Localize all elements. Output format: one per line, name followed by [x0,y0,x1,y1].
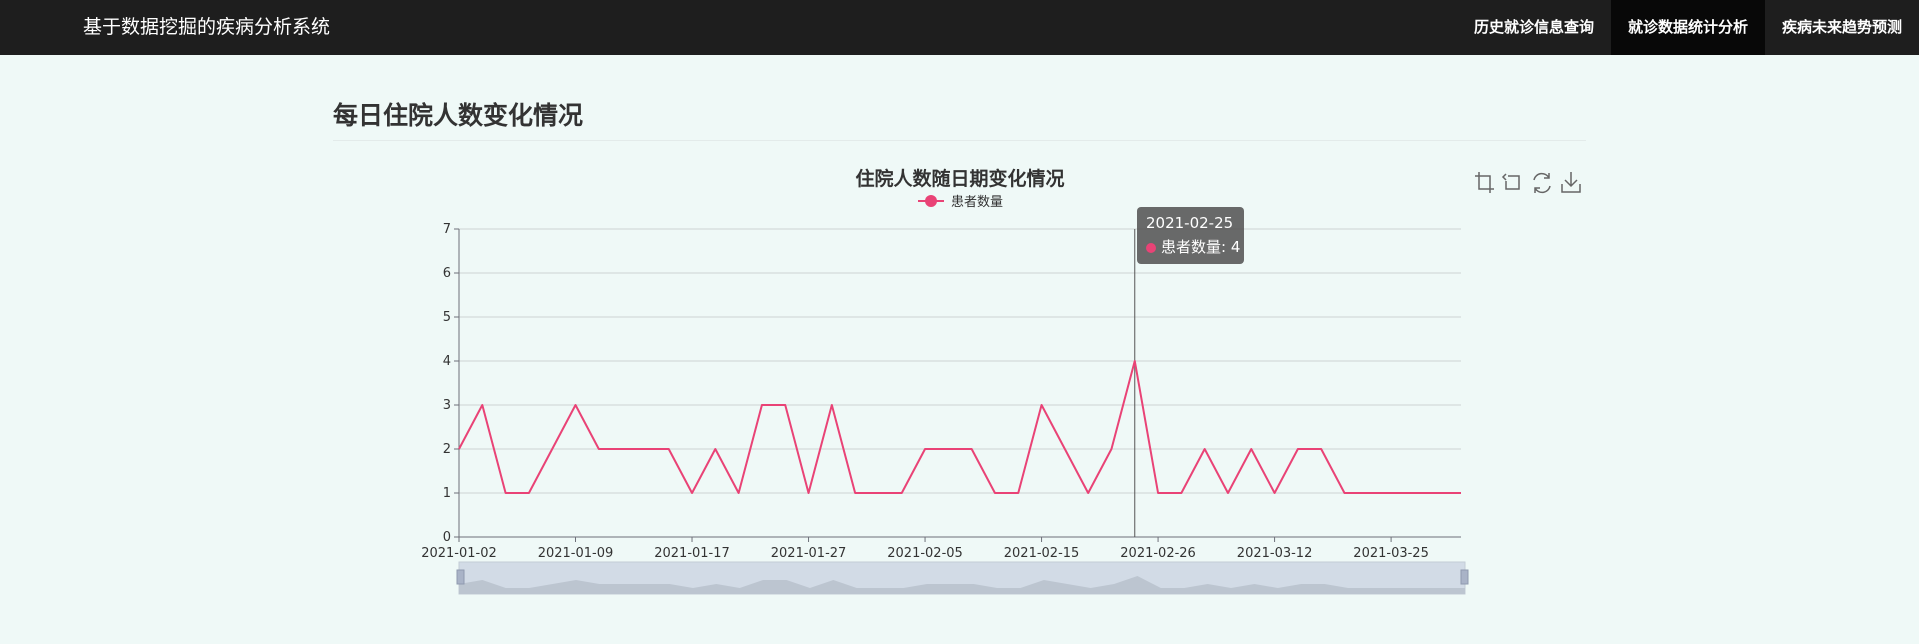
zoom-reset-icon[interactable] [1501,171,1527,197]
y-tick-label: 6 [443,266,451,281]
series-line [458,360,1461,494]
datazoom-handle-left[interactable] [456,569,465,585]
y-tick-label: 7 [443,222,451,237]
chart-title: 住院人数随日期变化情况 [855,167,1064,190]
x-tick-label: 2021-01-17 [654,546,730,561]
tooltip-row: 患者数量: 4 [1146,236,1240,257]
restore-icon[interactable] [1529,171,1555,197]
grid-lines [459,228,1461,494]
x-tick-label: 2021-03-12 [1237,546,1313,561]
y-tick-label: 3 [443,398,451,413]
x-axis: 2021-01-02 2021-01-09 2021-01-17 2021-01-27… [421,537,1429,561]
chart-toolbox [1473,171,1583,197]
y-tick-label: 5 [443,310,451,325]
legend-marker [925,195,937,207]
x-tick-label: 2021-02-05 [887,546,963,561]
y-tick-label: 2 [443,442,451,457]
y-axis: 0 1 2 3 4 5 6 7 [443,222,459,545]
x-tick-label: 2021-01-09 [538,546,614,561]
y-tick-label: 4 [443,354,451,369]
download-icon[interactable] [1557,171,1583,197]
x-tick-label: 2021-01-02 [421,546,497,561]
y-tick-label: 1 [443,486,451,501]
tooltip-value: 患者数量: 4 [1161,238,1241,256]
x-tick-label: 2021-02-26 [1120,546,1196,561]
chart-tooltip: 2021-02-25 患者数量: 4 [1137,207,1244,264]
legend-item[interactable]: 患者数量 [918,195,1003,210]
x-tick-label: 2021-01-27 [771,546,847,561]
datazoom-handle-right[interactable] [1460,569,1469,585]
legend-label: 患者数量 [951,195,1003,210]
y-tick-label: 0 [443,530,451,545]
datazoom-slider[interactable] [456,561,1469,595]
chart: 住院人数随日期变化情况 患者数量 01234567 2021-01-02 2021… [421,167,1583,595]
x-tick-label: 2021-03-25 [1353,546,1429,561]
tooltip-date: 2021-02-25 [1146,214,1234,232]
tooltip-marker [1146,242,1156,253]
x-tick-label: 2021-02-15 [1004,546,1080,561]
zoom-select-icon[interactable] [1473,171,1499,197]
